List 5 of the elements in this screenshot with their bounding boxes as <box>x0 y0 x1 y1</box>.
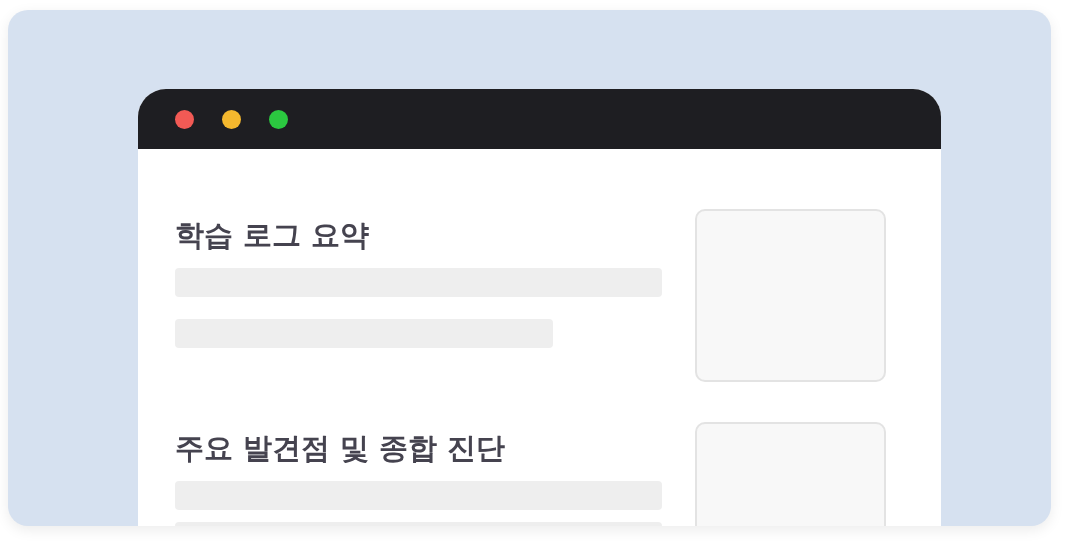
section-heading: 학습 로그 요약 <box>175 217 371 253</box>
section-heading: 주요 발견점 및 종합 진단 <box>175 430 507 466</box>
close-button[interactable] <box>175 109 194 129</box>
minimize-button[interactable] <box>222 109 241 129</box>
maximize-button[interactable] <box>269 109 288 129</box>
